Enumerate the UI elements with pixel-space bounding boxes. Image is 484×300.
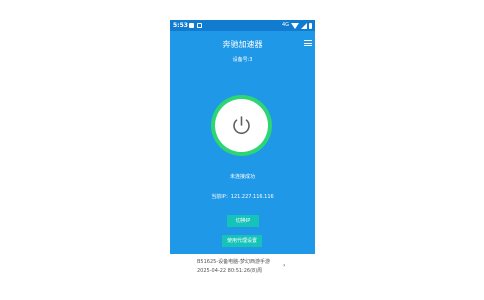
power-button[interactable] [211, 95, 272, 156]
battery-icon [309, 22, 312, 29]
phone-screen: 5:53 4G 奔驰加速器 设备号:3 未连接成功 当前IP：121.227.1… [170, 20, 315, 254]
status-time: 5:53 [173, 22, 188, 29]
menu-icon[interactable] [304, 40, 312, 46]
device-number: 设备号:3 [232, 57, 253, 63]
notification-icon [189, 23, 194, 28]
status-icons: 4G [282, 20, 312, 31]
power-icon [233, 116, 250, 135]
signal-icon [301, 22, 307, 29]
proxy-settings-button[interactable]: 使用代理设置 [222, 235, 262, 247]
caption-arrow-icon: › [283, 262, 286, 269]
wifi-icon [291, 23, 299, 29]
caption-line-1: B51625-设备电脑-梦幻西游手游 [197, 259, 270, 265]
page: 5:53 4G 奔驰加速器 设备号:3 未连接成功 当前IP：121.227.1… [0, 0, 484, 300]
caption: B51625-设备电脑-梦幻西游手游 2025-04-22 80:51:26(8… [197, 258, 337, 276]
app-title: 奔驰加速器 [222, 40, 263, 49]
power-button-face[interactable] [215, 99, 268, 152]
connection-status: 未连接成功 [229, 174, 255, 180]
switch-ip-button[interactable]: 切换IP [227, 215, 259, 227]
network-type: 4G [281, 22, 289, 28]
status-bar: 5:53 4G [170, 20, 315, 31]
caption-line-2: 2025-04-22 80:51:26(8)周 [197, 268, 263, 274]
app-notification-icon [197, 23, 202, 28]
current-ip: 当前IP：121.227.116.116 [211, 194, 274, 200]
